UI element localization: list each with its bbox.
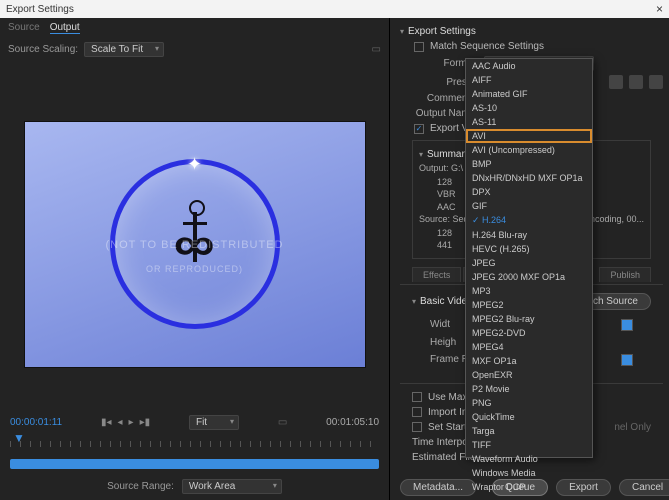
width-label: Widt [430, 319, 450, 330]
match-sequence-label: Match Sequence Settings [430, 41, 544, 52]
format-option[interactable]: MXF OP1a [466, 354, 592, 368]
import-project-checkbox[interactable] [412, 407, 422, 417]
format-option[interactable]: P2 Movie [466, 382, 592, 396]
source-scaling-label: Source Scaling: [8, 44, 78, 55]
summary-title: Summary [427, 147, 470, 162]
export-video-checkbox[interactable] [414, 124, 424, 134]
format-option[interactable]: BMP [466, 157, 592, 171]
titlebar: Export Settings × [0, 0, 669, 18]
transport-bar: 00:00:01:11 ▮◂ ◂ ▸ ▸▮ Fit ▭ 00:01:05:10 [0, 411, 389, 434]
source-scaling-select[interactable]: Scale To Fit [84, 42, 164, 57]
star-icon: ✦ [187, 154, 202, 175]
format-option[interactable]: AS-11 [466, 115, 592, 129]
format-option[interactable]: MPEG2 [466, 298, 592, 312]
width-link-checkbox[interactable] [621, 319, 633, 331]
left-panel: Source Output Source Scaling: Scale To F… [0, 18, 390, 500]
tab-effects[interactable]: Effects [412, 267, 461, 282]
watermark-line1: (NOT TO BE REDISTRIBUTED [25, 239, 365, 251]
format-option[interactable]: H.264 [466, 213, 592, 228]
preview-tabs: Source Output [0, 18, 389, 38]
tab-publish[interactable]: Publish [599, 267, 651, 282]
start-tc-checkbox[interactable] [412, 422, 422, 432]
next-frame-icon[interactable]: ▸▮ [140, 417, 151, 428]
format-option[interactable]: Targa [466, 424, 592, 438]
format-option[interactable]: MPEG2 Blu-ray [466, 312, 592, 326]
format-option[interactable]: DNxHR/DNxHD MXF OP1a [466, 171, 592, 185]
format-option[interactable]: Animated GIF [466, 87, 592, 101]
format-option[interactable]: H.264 Blu-ray [466, 228, 592, 242]
crop-icon[interactable]: ▭ [372, 44, 381, 55]
timeline[interactable]: ▼ [0, 434, 389, 473]
source-range-row: Source Range: Work Area [0, 473, 389, 500]
metadata-button[interactable]: Metadata... [400, 479, 476, 496]
prev-frame-icon[interactable]: ▮◂ [101, 417, 112, 428]
import-preset-icon[interactable] [609, 75, 623, 89]
match-sequence-row: Match Sequence Settings [400, 39, 663, 54]
format-dropdown[interactable]: AAC AudioAIFFAnimated GIFAS-10AS-11AVIAV… [465, 58, 593, 458]
export-settings-title: Export Settings [408, 26, 476, 37]
source-range-label: Source Range: [107, 481, 174, 492]
cancel-button[interactable]: Cancel [619, 479, 669, 496]
format-option[interactable]: HEVC (H.265) [466, 242, 592, 256]
source-scaling-row: Source Scaling: Scale To Fit ▭ [0, 38, 389, 61]
timecode-right: 00:01:05:10 [326, 417, 379, 428]
framerate-link-checkbox[interactable] [621, 354, 633, 366]
ratio-icon[interactable]: ▭ [278, 417, 287, 428]
format-option[interactable]: JPEG [466, 256, 592, 270]
format-option[interactable]: Windows Media [466, 466, 592, 480]
close-icon[interactable]: × [656, 2, 663, 16]
format-option[interactable]: AVI [466, 129, 592, 143]
watermark-line2: OR REPRODUCED) [25, 264, 365, 274]
ruler [10, 441, 379, 447]
delete-preset-icon[interactable] [649, 75, 663, 89]
work-area-bar[interactable] [10, 459, 379, 469]
start-tc-suffix: nel Only [614, 422, 651, 433]
video-preview[interactable]: ✦ ∞ (NOT TO BE REDISTRIBUTED OR REPRODUC… [25, 122, 365, 367]
export-settings-header[interactable]: ▾ Export Settings [400, 24, 663, 39]
max-render-checkbox[interactable] [412, 392, 422, 402]
format-option[interactable]: JPEG 2000 MXF OP1a [466, 270, 592, 284]
format-option[interactable]: PNG [466, 396, 592, 410]
format-option[interactable]: TIFF [466, 438, 592, 452]
match-sequence-checkbox[interactable] [414, 42, 424, 52]
tab-output[interactable]: Output [50, 22, 80, 34]
save-preset-icon[interactable] [629, 75, 643, 89]
chevron-down-icon: ▾ [400, 27, 404, 36]
format-option[interactable]: MP3 [466, 284, 592, 298]
ankh-glyph [193, 212, 197, 262]
format-option[interactable]: QuickTime [466, 410, 592, 424]
format-option[interactable]: MPEG4 [466, 340, 592, 354]
preset-tool-icons [609, 75, 663, 89]
height-label: Heigh [430, 337, 456, 348]
play-icon[interactable]: ▸ [129, 417, 134, 428]
summary-source-label: Source: Seq [419, 213, 469, 227]
format-option[interactable]: AAC Audio [466, 59, 592, 73]
format-option[interactable]: Wraptor DCP [466, 480, 592, 494]
zoom-select[interactable]: Fit [189, 415, 239, 430]
format-option[interactable]: OpenEXR [466, 368, 592, 382]
window-title: Export Settings [6, 4, 74, 15]
format-option[interactable]: AVI (Uncompressed) [466, 143, 592, 157]
format-option[interactable]: AS-10 [466, 101, 592, 115]
timecode-left[interactable]: 00:00:01:11 [10, 417, 62, 428]
step-back-icon[interactable]: ◂ [118, 417, 123, 428]
format-option[interactable]: Waveform Audio [466, 452, 592, 466]
preview-area: ✦ ∞ (NOT TO BE REDISTRIBUTED OR REPRODUC… [0, 61, 389, 411]
transport-icons: ▮◂ ◂ ▸ ▸▮ [101, 417, 150, 428]
source-range-select[interactable]: Work Area [182, 479, 282, 494]
format-option[interactable]: DPX [466, 185, 592, 199]
tab-source[interactable]: Source [8, 22, 40, 34]
format-option[interactable]: AIFF [466, 73, 592, 87]
format-option[interactable]: MPEG2-DVD [466, 326, 592, 340]
playhead-icon[interactable]: ▼ [13, 431, 25, 445]
format-option[interactable]: GIF [466, 199, 592, 213]
